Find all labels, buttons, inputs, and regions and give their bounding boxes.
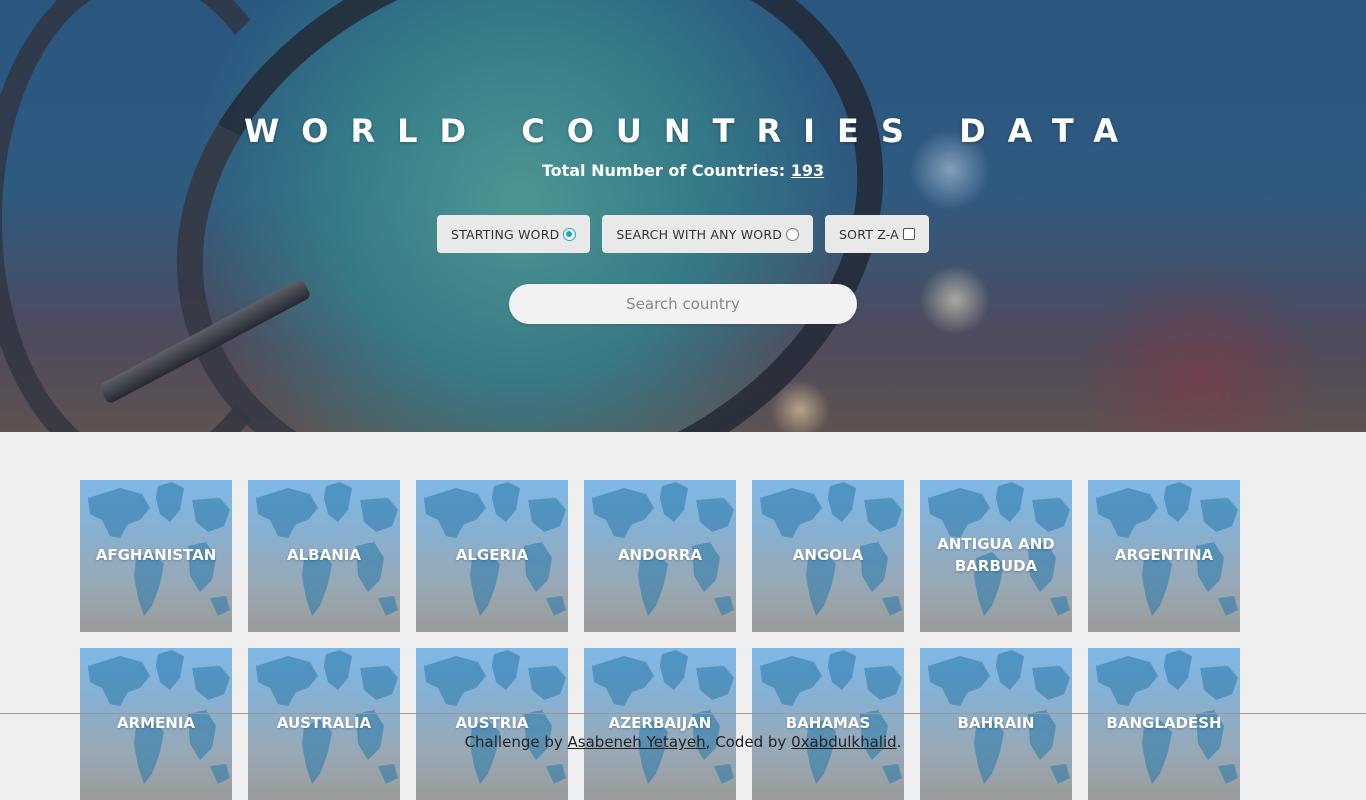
country-name: ANGOLA (792, 546, 864, 565)
footer-middle: , Coded by (705, 733, 787, 751)
starting-word-radio[interactable] (563, 227, 577, 241)
country-name: ARGENTINA (1114, 546, 1214, 565)
country-card[interactable]: ALGERIA (416, 480, 568, 632)
country-card[interactable]: AFGHANISTAN (80, 480, 232, 632)
coder-link[interactable]: 0xabdulkhalid (791, 733, 897, 751)
country-name: AFGHANISTAN (95, 546, 217, 565)
country-name: ANTIGUA AND BARBUDA (937, 535, 1055, 575)
starting-word-label: STARTING WORD (451, 226, 560, 242)
hero-content: WORLD COUNTRIES DATA Total Number of Cou… (0, 0, 1366, 432)
starting-word-button[interactable]: STARTING WORD (437, 215, 591, 253)
country-total-count: 193 (790, 161, 825, 180)
country-total-label: Total Number of Countries: (541, 161, 786, 180)
country-name: ALBANIA (287, 546, 361, 565)
author-link[interactable]: Asabeneh Yetayeh (568, 733, 706, 751)
country-card[interactable]: ANDORRA (584, 480, 736, 632)
country-card[interactable]: ANTIGUA AND BARBUDA (920, 480, 1072, 632)
search-input[interactable] (509, 284, 857, 324)
sort-za-label: SORT Z-A (839, 226, 899, 242)
country-total: Total Number of Countries: 193 (0, 161, 1366, 180)
country-card[interactable]: ANGOLA (752, 480, 904, 632)
footer-suffix: . (896, 733, 902, 751)
footer: Challenge by Asabeneh Yetayeh, Coded by … (0, 713, 1366, 768)
any-word-label: SEARCH WITH ANY WORD (616, 226, 783, 242)
page-title: WORLD COUNTRIES DATA (243, 112, 1141, 150)
sort-za-button[interactable]: SORT Z-A (825, 215, 929, 253)
hero-banner: WORLD COUNTRIES DATA Total Number of Cou… (0, 0, 1366, 432)
footer-prefix: Challenge by (464, 733, 563, 751)
country-name: ANDORRA (617, 546, 703, 565)
country-card[interactable]: ARGENTINA (1088, 480, 1240, 632)
any-word-button[interactable]: SEARCH WITH ANY WORD (602, 215, 814, 253)
country-card[interactable]: ALBANIA (248, 480, 400, 632)
any-word-radio[interactable] (786, 227, 800, 241)
search-mode-controls: STARTING WORD SEARCH WITH ANY WORD SORT … (0, 215, 1366, 253)
country-name: ALGERIA (455, 546, 529, 565)
sort-za-checkbox[interactable] (902, 228, 915, 240)
